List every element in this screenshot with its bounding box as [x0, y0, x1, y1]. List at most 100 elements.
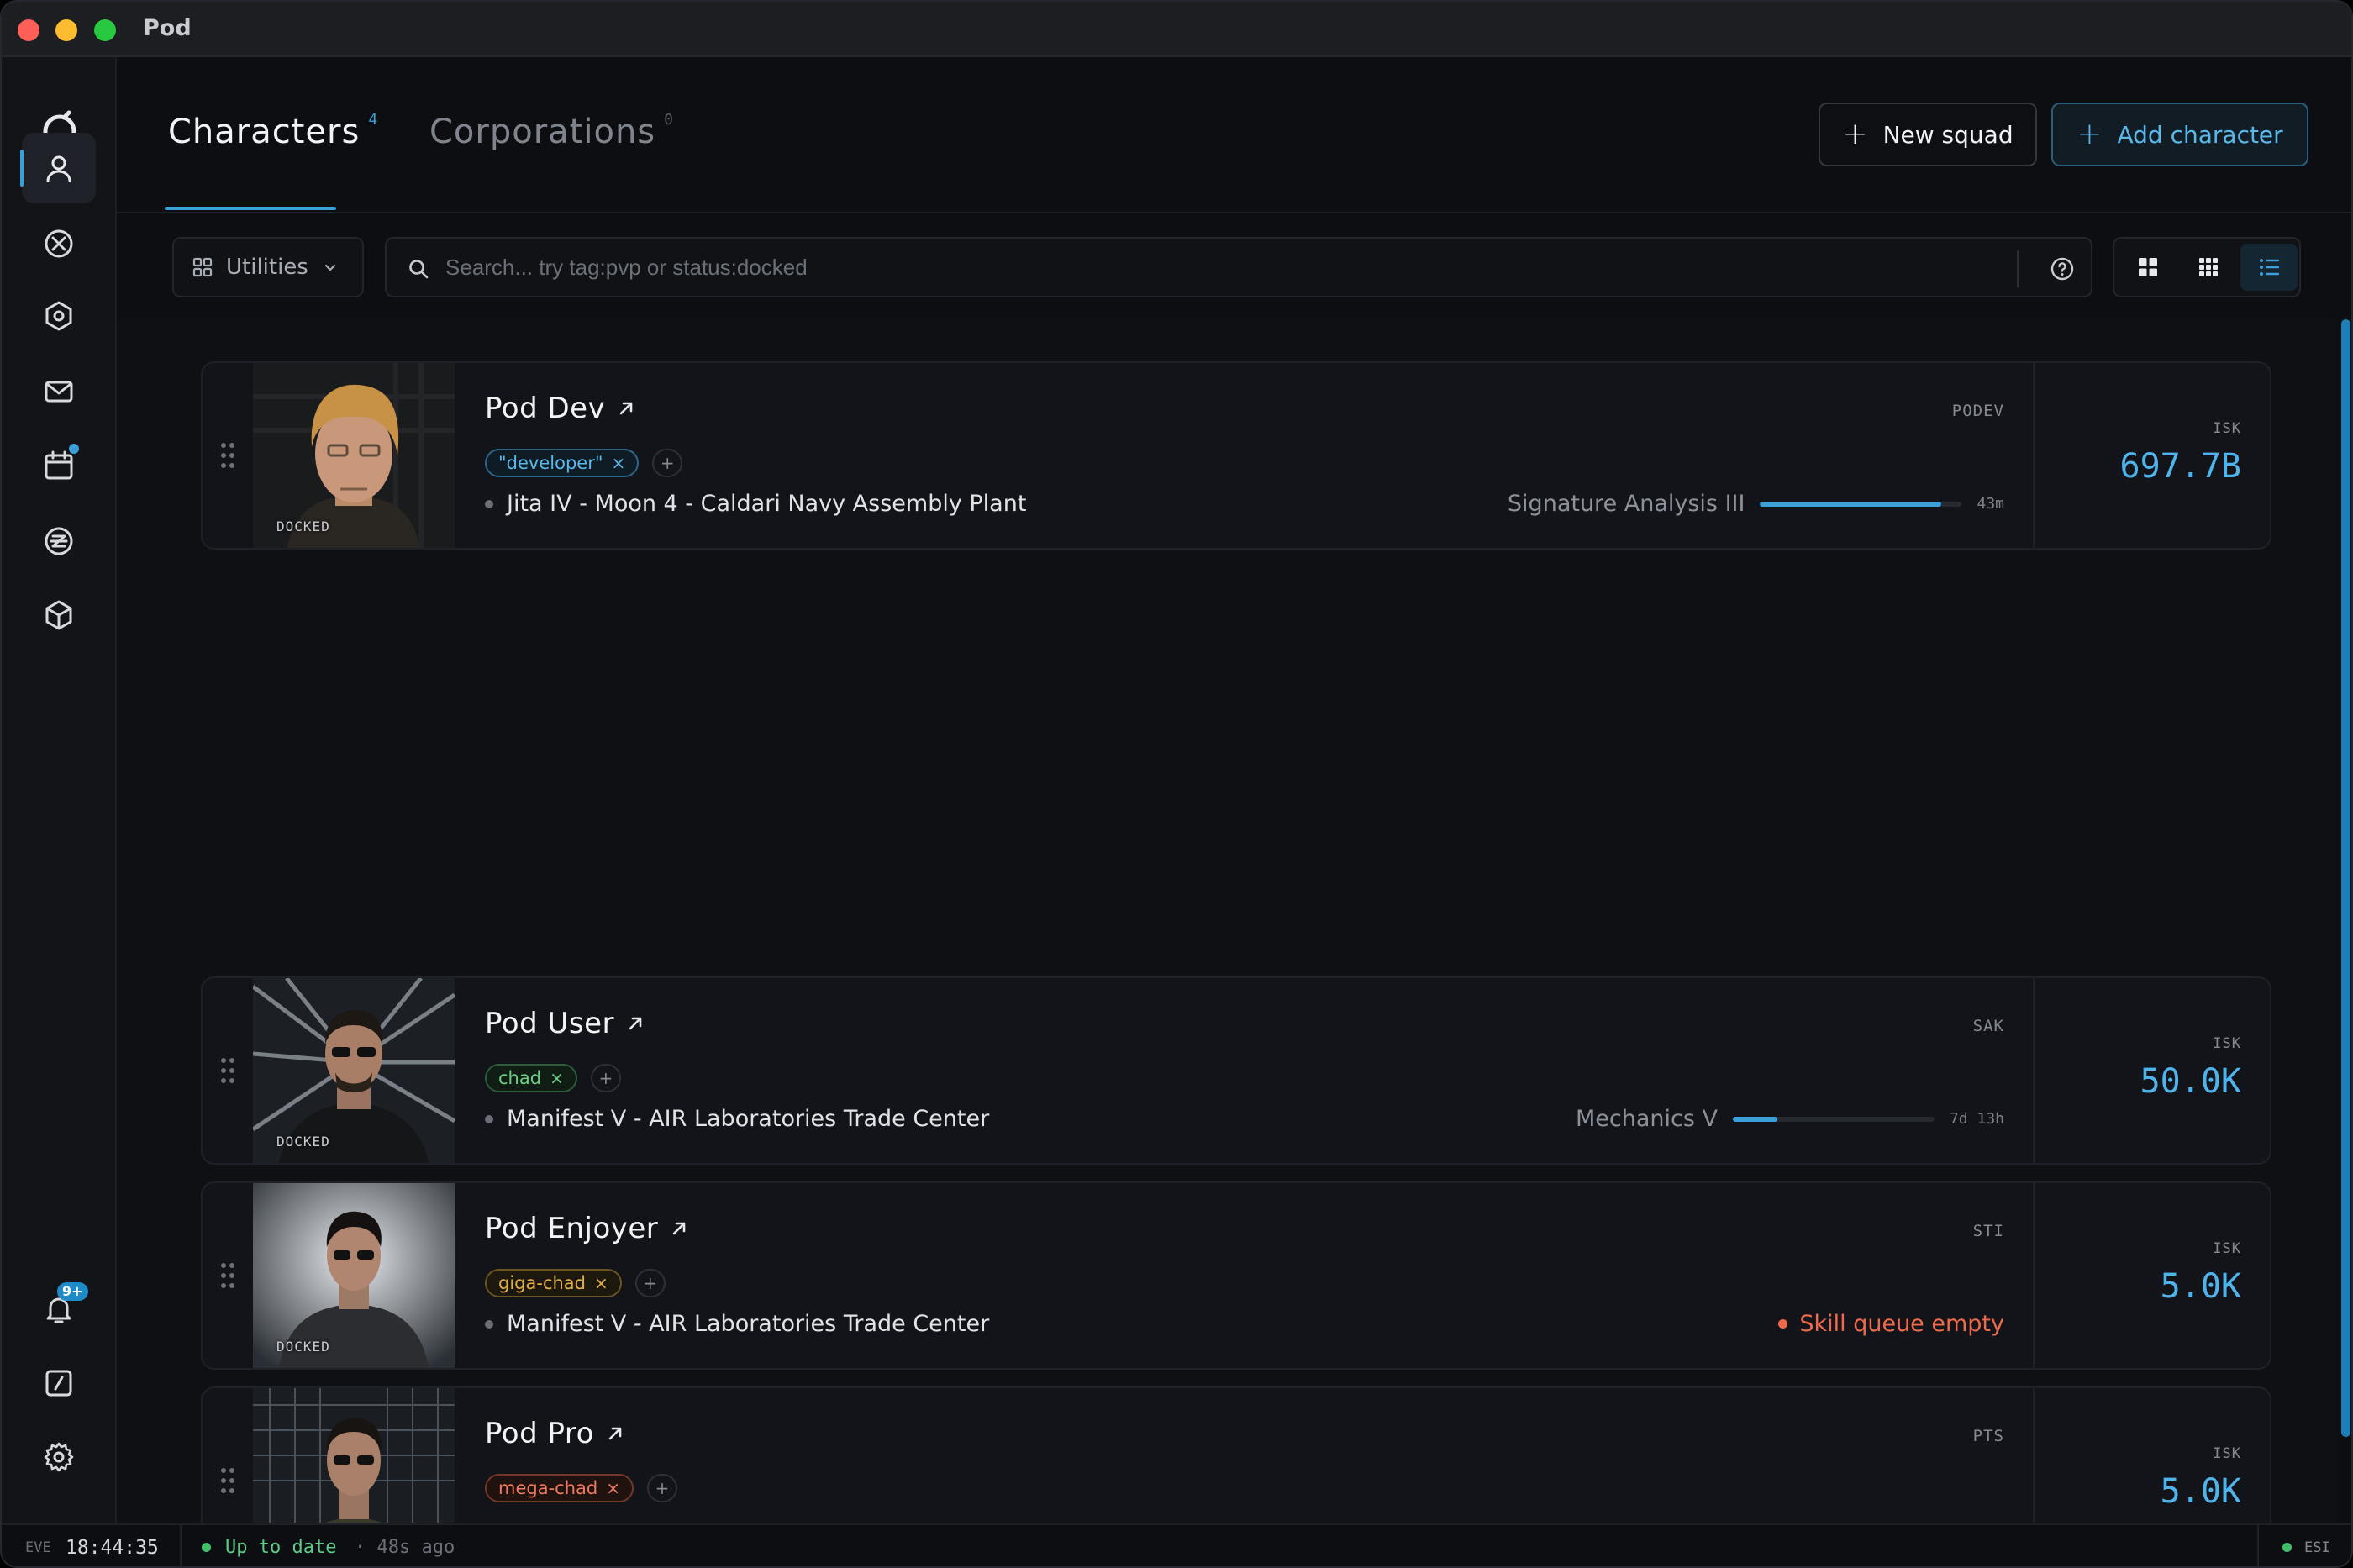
- sync-status: Up to date: [225, 1537, 337, 1558]
- remove-tag-icon[interactable]: ×: [606, 1478, 620, 1498]
- cube-icon: [45, 600, 72, 630]
- sidebar-item-notifications[interactable]: 9+: [22, 1274, 96, 1344]
- isk-balance: 5.0K: [2160, 1472, 2241, 1511]
- small-grid-view-button[interactable]: [2180, 244, 2237, 291]
- add-character-button[interactable]: + Add character: [2051, 103, 2308, 166]
- sidebar-item-console[interactable]: [22, 1348, 96, 1418]
- isk-panel: ISK 5.0K: [2033, 1388, 2270, 1523]
- maximize-window-button[interactable]: [94, 19, 116, 41]
- tag-chip[interactable]: mega-chad ×: [485, 1474, 634, 1502]
- corp-ticker: PODEV: [1951, 402, 2004, 420]
- character-location: Manifest V - AIR Laboratories Trade Cent…: [485, 1106, 989, 1132]
- esi-status-dot: [2282, 1543, 2292, 1552]
- drag-handle-icon[interactable]: [203, 1388, 253, 1523]
- sidebar-item-calendar[interactable]: [22, 430, 96, 501]
- active-tab-indicator: [165, 207, 336, 210]
- character-name[interactable]: Pod Enjoyer: [485, 1212, 658, 1245]
- esi-label: ESI: [2304, 1539, 2330, 1556]
- location-label: Manifest V - AIR Laboratories Trade Cent…: [507, 1106, 990, 1132]
- sidebar-item-killboard[interactable]: [22, 208, 96, 279]
- small-grid-icon: [2199, 258, 2218, 276]
- character-card-pod-pro[interactable]: Pod Pro PTS mega-chad × + ISK 5.0K: [201, 1386, 2271, 1523]
- sidebar-item-settings[interactable]: [22, 1422, 96, 1492]
- plus-icon: +: [1842, 117, 1868, 151]
- help-icon[interactable]: [2049, 255, 2076, 282]
- external-link-icon[interactable]: [617, 399, 635, 418]
- tab-characters-label: Characters: [168, 113, 361, 151]
- zkill-icon: [45, 527, 73, 555]
- location-dot: [485, 1114, 493, 1123]
- close-window-button[interactable]: [18, 19, 39, 41]
- external-link-icon[interactable]: [606, 1424, 624, 1443]
- minimize-window-button[interactable]: [55, 19, 77, 41]
- character-portrait: [253, 1388, 455, 1523]
- character-card-pod-dev[interactable]: DOCKED Pod Dev PODEV "developer" × + Jita…: [201, 361, 2271, 550]
- character-name[interactable]: Pod Pro: [485, 1417, 594, 1450]
- crossed-circle-icon: [45, 229, 73, 258]
- warning-dot: [1778, 1319, 1788, 1329]
- large-grid-icon: [2139, 258, 2157, 276]
- isk-balance: 5.0K: [2160, 1267, 2241, 1306]
- add-tag-button[interactable]: +: [634, 1269, 666, 1297]
- new-squad-button[interactable]: + New squad: [1819, 103, 2037, 166]
- tab-characters[interactable]: Characters 4: [168, 111, 379, 151]
- notifications-count-badge: 9+: [57, 1282, 88, 1301]
- character-card-pod-enjoyer[interactable]: DOCKED Pod Enjoyer STI giga-chad × + Mani…: [201, 1181, 2271, 1370]
- character-name-row: Pod Dev: [485, 392, 635, 425]
- corp-ticker: PTS: [1972, 1427, 2004, 1445]
- character-name[interactable]: Pod Dev: [485, 392, 605, 425]
- sidebar-item-characters[interactable]: [20, 133, 96, 203]
- hexagon-icon: [45, 301, 72, 331]
- list-view-button[interactable]: [2240, 244, 2298, 291]
- drag-handle-icon[interactable]: [203, 1183, 253, 1368]
- search-input[interactable]: [445, 250, 1958, 284]
- corp-ticker: SAK: [1972, 1017, 2004, 1035]
- title-bar: Pod: [2, 2, 2351, 57]
- isk-label: ISK: [2213, 420, 2241, 437]
- header: Characters 4 Corporations 0 + New squad + …: [117, 57, 2351, 213]
- tab-corporations[interactable]: Corporations 0: [429, 111, 674, 151]
- add-tag-button[interactable]: +: [646, 1474, 677, 1502]
- skill-progress-fill: [1732, 1116, 1777, 1122]
- sidebar-item-mail[interactable]: [22, 356, 96, 427]
- tag-chip[interactable]: giga-chad ×: [485, 1269, 622, 1297]
- utilities-dropdown[interactable]: Utilities: [172, 237, 364, 297]
- location-label: Manifest V - AIR Laboratories Trade Cent…: [507, 1311, 990, 1337]
- external-link-icon[interactable]: [626, 1014, 645, 1033]
- slash-box-icon: [45, 1370, 72, 1397]
- character-name[interactable]: Pod User: [485, 1007, 614, 1040]
- tag-label: chad: [498, 1068, 542, 1088]
- remove-tag-icon[interactable]: ×: [594, 1273, 608, 1293]
- isk-panel: ISK 697.7B: [2033, 363, 2270, 548]
- character-card-pod-user[interactable]: DOCKED Pod User SAK chad × + Manifest V -…: [201, 976, 2271, 1165]
- tag-chip[interactable]: "developer" ×: [485, 449, 640, 477]
- status-dot: [202, 1543, 211, 1552]
- docked-status: DOCKED: [276, 1339, 330, 1355]
- add-tag-button[interactable]: +: [590, 1064, 621, 1092]
- location-dot: [485, 499, 493, 508]
- scrollbar-thumb[interactable]: [2341, 319, 2350, 1437]
- add-character-label: Add character: [2117, 120, 2283, 149]
- skill-training: Signature Analysis III 43m: [1508, 491, 2004, 517]
- tag-list: mega-chad × +: [485, 1474, 677, 1502]
- scrollbar[interactable]: [2339, 319, 2351, 1523]
- large-grid-view-button[interactable]: [2119, 244, 2177, 291]
- remove-tag-icon[interactable]: ×: [550, 1068, 564, 1088]
- plus-icon: +: [2077, 117, 2103, 151]
- external-link-icon[interactable]: [670, 1219, 688, 1238]
- sidebar-item-fittings[interactable]: [22, 281, 96, 351]
- calendar-dot-badge: [69, 444, 79, 454]
- drag-handle-icon[interactable]: [203, 363, 253, 548]
- list-icon: [2260, 259, 2280, 276]
- drag-handle-icon[interactable]: [203, 978, 253, 1163]
- tag-label: giga-chad: [498, 1273, 586, 1293]
- tab-characters-count: 4: [368, 111, 379, 129]
- sync-age: · 48s ago: [355, 1537, 455, 1558]
- sidebar-item-assets[interactable]: [22, 580, 96, 650]
- sidebar-item-wallet[interactable]: [22, 506, 96, 576]
- add-tag-button[interactable]: +: [652, 449, 683, 477]
- skill-queue-warning-label: Skill queue empty: [1799, 1311, 2004, 1337]
- tag-chip[interactable]: chad ×: [485, 1064, 577, 1092]
- search-divider: [2017, 250, 2019, 287]
- remove-tag-icon[interactable]: ×: [611, 453, 625, 473]
